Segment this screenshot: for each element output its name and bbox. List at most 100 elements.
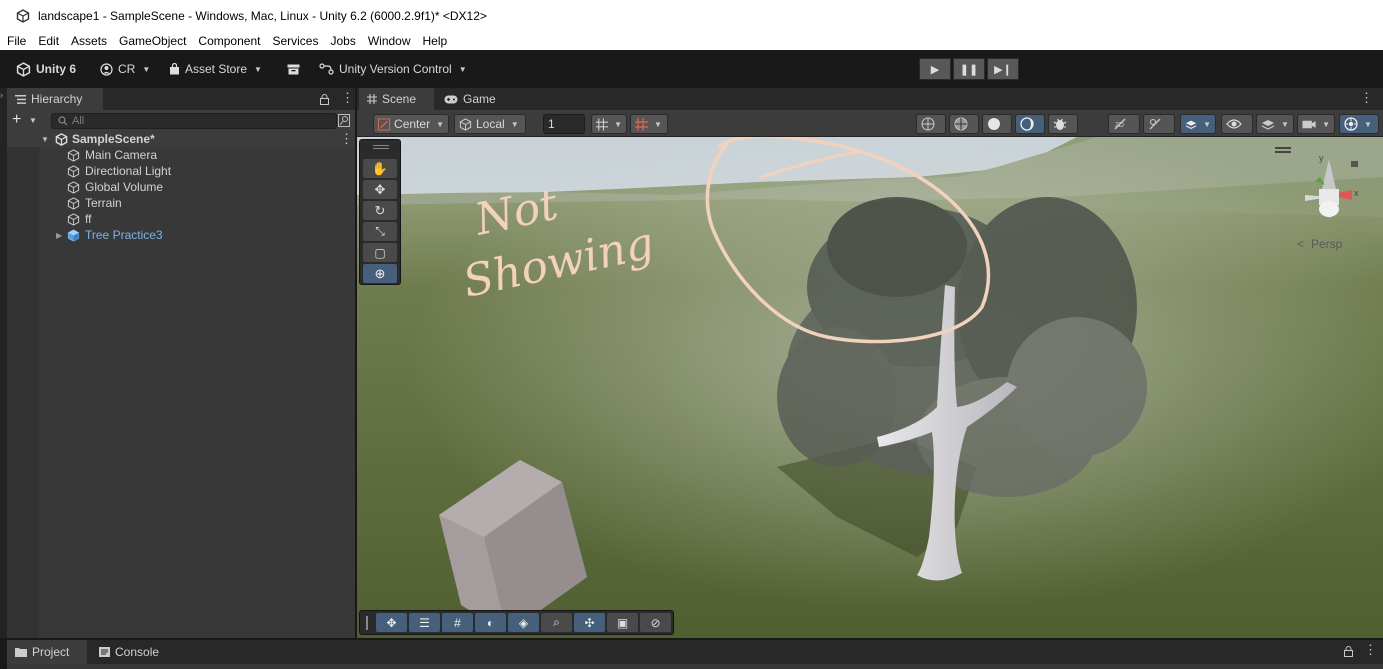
shaded-wireframe-button[interactable]: [949, 114, 979, 134]
shaded-wireframe-icon: [954, 117, 968, 131]
hierarchy-search-input[interactable]: All: [51, 113, 337, 129]
hierarchy-scene-row[interactable]: ▼ SampleScene* ⋮: [7, 131, 355, 147]
increment-snap-icon: [635, 117, 648, 131]
rect-tool-button[interactable]: ▢: [363, 243, 397, 262]
moon-icon: ◐: [486, 615, 495, 630]
menu-assets[interactable]: Assets: [71, 34, 107, 48]
shaded-button[interactable]: [982, 114, 1012, 134]
menu-file[interactable]: File: [7, 34, 26, 48]
pivot-dropdown[interactable]: Center ▼: [373, 114, 449, 134]
menu-edit[interactable]: Edit: [38, 34, 59, 48]
wireframe-icon: [921, 117, 935, 131]
layers-dropdown[interactable]: ▼: [1256, 114, 1294, 134]
lighting-toggle-button[interactable]: [1143, 114, 1175, 134]
search-placeholder: All: [72, 115, 85, 127]
cube-icon: [67, 212, 80, 226]
transform-tool-button[interactable]: ⊕: [363, 264, 397, 283]
overlay-pivot-button[interactable]: ✣: [574, 613, 605, 632]
menu-help[interactable]: Help: [423, 34, 448, 48]
tab-scene-label: Scene: [382, 92, 417, 106]
add-icon[interactable]: +: [12, 112, 21, 128]
search-icon: [58, 116, 68, 126]
camera-dropdown[interactable]: ▼: [1297, 114, 1335, 134]
tab-scene[interactable]: Scene: [359, 88, 434, 110]
overlay-lighting-button[interactable]: ◐: [475, 613, 506, 632]
chevron-right-icon[interactable]: ›: [0, 90, 7, 102]
hierarchy-item-terrain[interactable]: Terrain: [7, 195, 355, 211]
overlay-compass-button[interactable]: ⊘: [640, 613, 671, 632]
menu-gameobject[interactable]: GameObject: [119, 34, 186, 48]
overlay-camera-button[interactable]: ▣: [607, 613, 638, 632]
chevron-down-icon[interactable]: ▼: [29, 116, 37, 125]
menu-jobs[interactable]: Jobs: [330, 34, 355, 48]
menu-window[interactable]: Window: [368, 34, 411, 48]
hierarchy-item-label: Tree Practice3: [85, 228, 163, 242]
chevron-right-icon[interactable]: ▶: [56, 231, 62, 240]
window-titlebar: landscape1 - SampleScene - Windows, Mac,…: [0, 0, 1383, 32]
tab-hierarchy[interactable]: Hierarchy: [7, 88, 103, 110]
hierarchy-item-main-camera[interactable]: Main Camera: [7, 147, 355, 163]
rotate-tool-button[interactable]: ↻: [363, 201, 397, 220]
hierarchy-item-ff[interactable]: ff: [7, 211, 355, 227]
play-button[interactable]: ▶: [919, 58, 951, 80]
gamepad-icon: [444, 95, 458, 103]
scene-viewport[interactable]: Not Showing y x < Persp: [357, 137, 1383, 638]
hierarchy-search-row: + ▼ All: [7, 110, 355, 132]
overlay-search-button[interactable]: ⌕: [541, 613, 572, 632]
version-control-dropdown[interactable]: Unity Version Control ▼: [319, 60, 467, 78]
persp-text[interactable]: Persp: [1311, 237, 1343, 251]
scene-overlay-toolbar: ✥ ☰ # ◐ ◈ ⌕ ✣ ▣ ⊘: [359, 610, 674, 635]
compass-icon: ⊘: [650, 615, 661, 630]
tab-console[interactable]: Console: [91, 640, 171, 664]
unlit-button[interactable]: [1015, 114, 1045, 134]
play-icon: ▶: [930, 63, 940, 76]
search-options-icon[interactable]: [338, 114, 350, 127]
chevron-down-icon[interactable]: ▼: [41, 135, 49, 144]
debug-draw-mode-button[interactable]: [1048, 114, 1078, 134]
unity-account-button[interactable]: Unity 6: [16, 60, 76, 78]
move-tool-button[interactable]: ✥: [363, 180, 397, 199]
pivot-center-icon: [378, 117, 391, 131]
scene-render[interactable]: Not Showing y x < Persp: [357, 137, 1383, 638]
pause-button[interactable]: ❚❚: [953, 58, 985, 80]
gizmos-dropdown[interactable]: ▼: [1339, 114, 1379, 134]
hierarchy-item-tree-practice3[interactable]: ▶ Tree Practice3: [7, 227, 355, 243]
hierarchy-item-directional-light[interactable]: Directional Light: [7, 163, 355, 179]
package-button[interactable]: [287, 60, 300, 78]
grid-snap-dropdown[interactable]: ▼: [591, 114, 627, 134]
hierarchy-item-global-volume[interactable]: Global Volume: [7, 179, 355, 195]
layers-icon: [1261, 119, 1275, 130]
scene-tabbar: Scene Game ⋮: [357, 88, 1383, 110]
more-menu-icon[interactable]: ⋮: [1364, 643, 1377, 657]
lock-icon[interactable]: [320, 94, 329, 105]
tab-project[interactable]: Project: [7, 640, 87, 664]
menu-services[interactable]: Services: [272, 34, 318, 48]
grid-size-field[interactable]: 1: [543, 114, 585, 134]
more-menu-icon[interactable]: ⋮: [341, 91, 354, 105]
lock-icon[interactable]: [1344, 646, 1353, 657]
wireframe-shading-button[interactable]: [916, 114, 946, 134]
space-dropdown[interactable]: Local ▼: [454, 114, 526, 134]
2d-toggle-button[interactable]: 2D: [1108, 114, 1140, 134]
account-dropdown[interactable]: CR ▼: [100, 60, 150, 78]
asset-store-dropdown[interactable]: Asset Store ▼: [169, 60, 262, 78]
menu-component[interactable]: Component: [198, 34, 260, 48]
more-menu-icon[interactable]: ⋮: [340, 131, 353, 147]
left-dock-strip: [0, 88, 7, 638]
increment-snap-dropdown[interactable]: ▼: [630, 114, 668, 134]
overlay-grid-button[interactable]: #: [442, 613, 473, 632]
scene-fx-dropdown[interactable]: ▼: [1180, 114, 1216, 134]
unity-label: Unity 6: [36, 62, 77, 76]
overlay-properties-button[interactable]: ☰: [409, 613, 440, 632]
step-button[interactable]: ▶❙: [987, 58, 1019, 80]
prefab-icon: [67, 228, 80, 242]
overlay-layers-button[interactable]: ◈: [508, 613, 539, 632]
persp-label[interactable]: <: [1297, 237, 1304, 251]
tab-game[interactable]: Game: [436, 88, 504, 110]
scene-visibility-button[interactable]: [1221, 114, 1253, 134]
hand-tool-button[interactable]: ✋: [363, 159, 397, 178]
grid-size-value: 1: [548, 117, 555, 131]
scale-tool-button[interactable]: ⤡: [363, 222, 397, 241]
more-menu-icon[interactable]: ⋮: [1360, 91, 1373, 105]
overlay-move-button[interactable]: ✥: [376, 613, 407, 632]
